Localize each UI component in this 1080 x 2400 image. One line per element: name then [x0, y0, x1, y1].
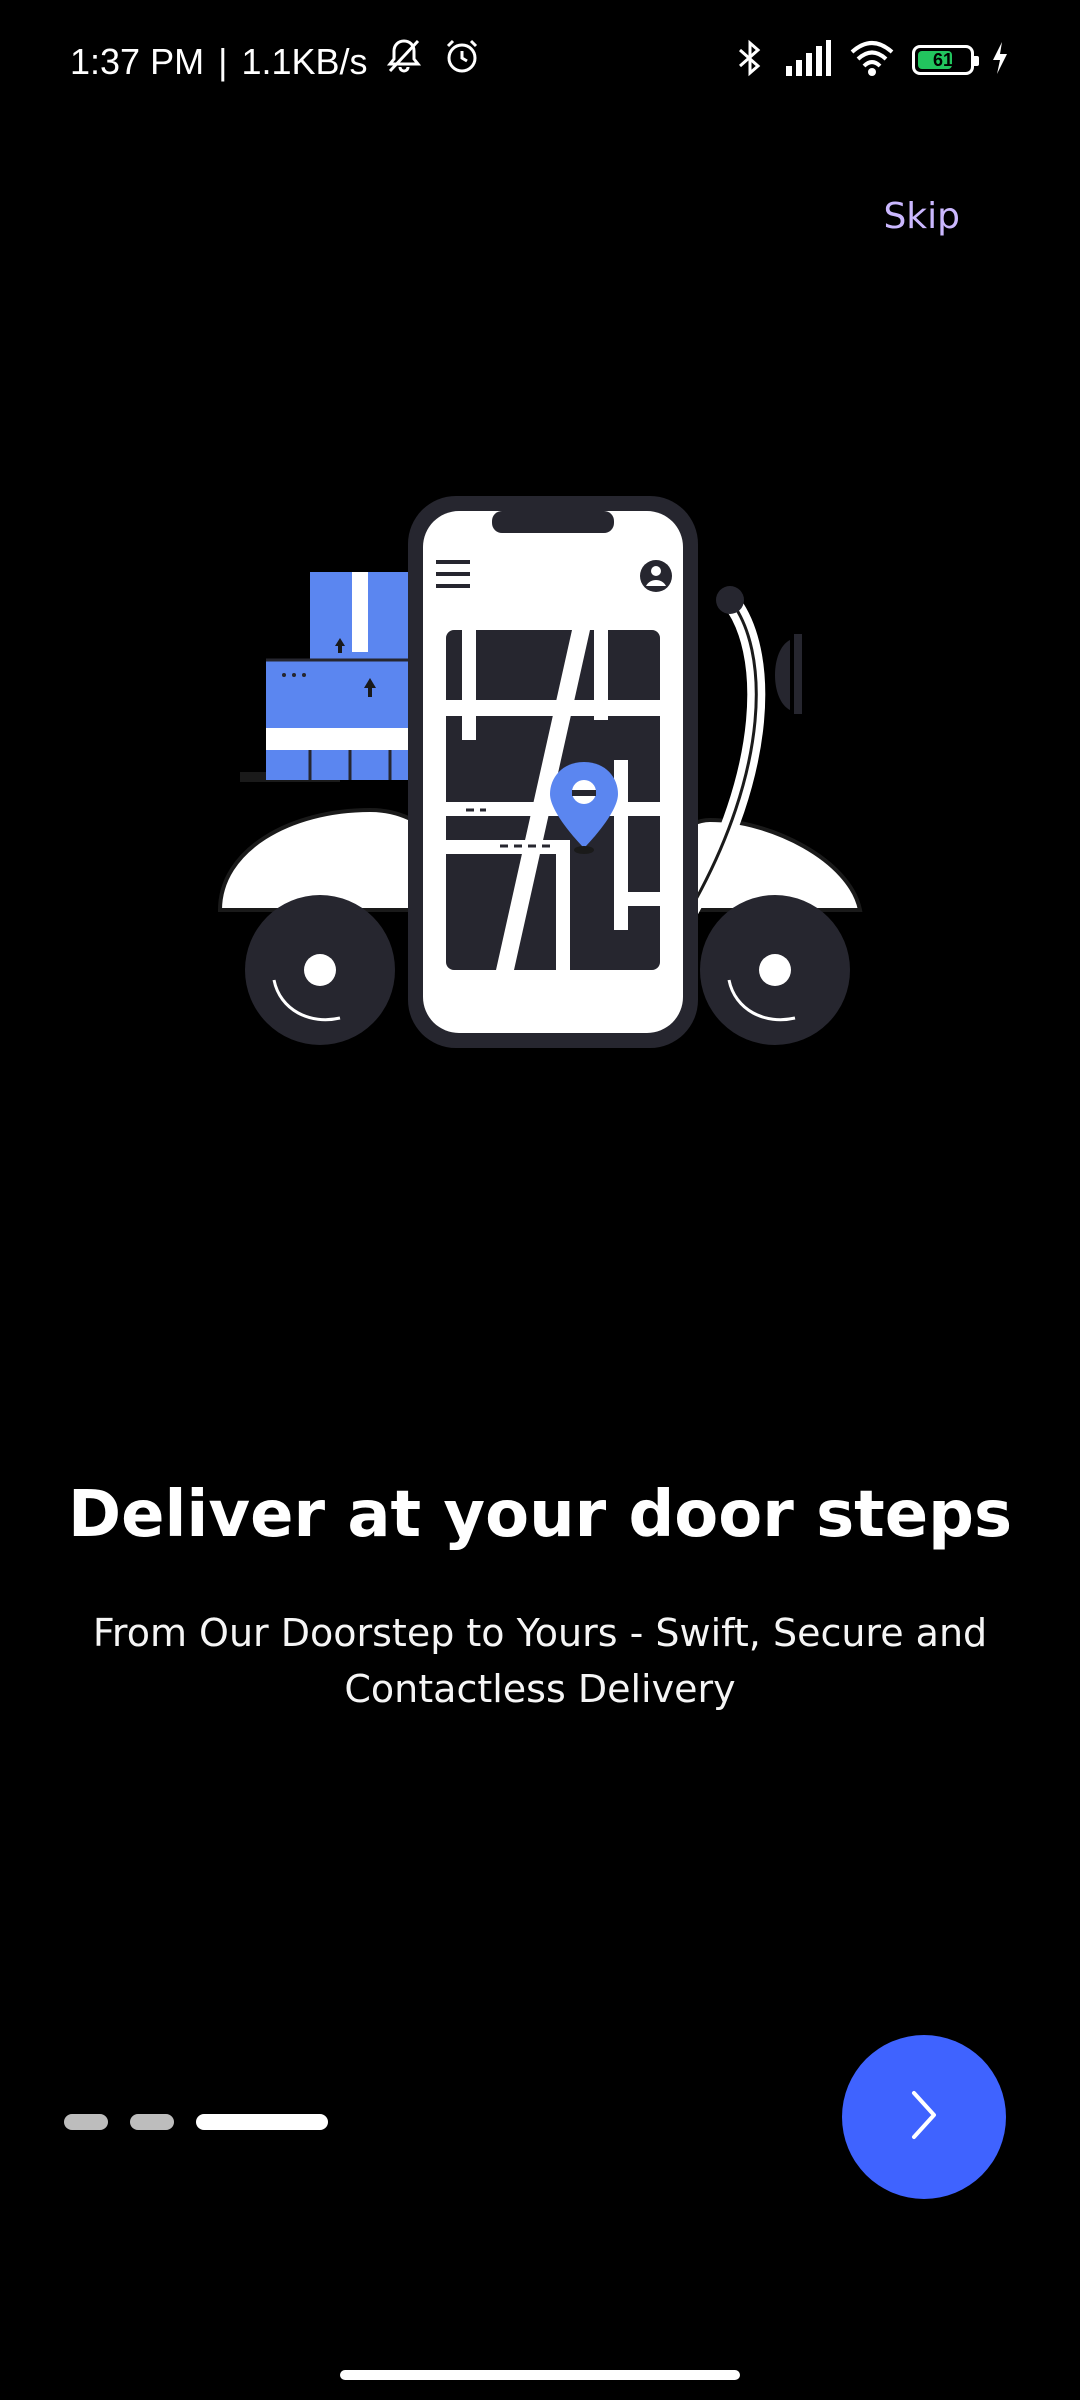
next-button[interactable] — [842, 2035, 1006, 2199]
signal-icon — [784, 38, 832, 82]
status-bar: 1:37 PM | 1.1KB/s 61 — [0, 0, 1080, 120]
wifi-icon — [848, 38, 896, 82]
delivery-illustration — [210, 490, 870, 1060]
network-speed: 1.1KB/s — [241, 41, 368, 82]
page-dot-3-active — [196, 2114, 328, 2130]
alarm-icon — [440, 34, 484, 90]
status-left: 1:37 PM | 1.1KB/s — [70, 34, 484, 90]
status-right: 61 — [732, 36, 1010, 84]
page-dot-2 — [130, 2114, 174, 2130]
charging-icon — [990, 40, 1010, 80]
skip-button[interactable]: Skip — [883, 196, 960, 237]
home-indicator[interactable] — [340, 2370, 740, 2380]
status-time: 1:37 PM — [70, 41, 205, 82]
onboarding-subtitle: From Our Doorstep to Yours - Swift, Secu… — [92, 1611, 988, 1711]
muted-bell-icon — [382, 34, 426, 90]
chevron-right-icon — [904, 2087, 944, 2147]
bluetooth-icon — [732, 36, 768, 84]
battery-icon: 61 — [912, 45, 979, 75]
page-indicator — [64, 2114, 328, 2130]
page-dot-1 — [64, 2114, 108, 2130]
onboarding-title: Deliver at your door steps — [67, 1478, 1013, 1552]
battery-level: 61 — [932, 49, 954, 70]
status-separator: | — [218, 41, 228, 82]
